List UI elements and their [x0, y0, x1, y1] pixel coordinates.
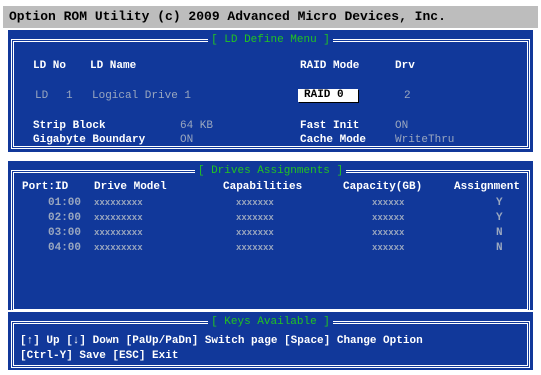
gigabyte-boundary-value[interactable]: ON [180, 134, 193, 147]
col-capacity: Capacity(GB) [343, 181, 423, 193]
drive-assignment[interactable]: N [496, 227, 503, 240]
ld-define-header: [ LD Define Menu ] [14, 33, 527, 47]
keys-header: [ Keys Available ] [14, 315, 527, 329]
drive-capacity: xxxxxx [372, 213, 405, 223]
gigabyte-boundary-label: Gigabyte Boundary [33, 134, 146, 146]
drive-capacity: xxxxxx [372, 243, 405, 253]
drive-capabilities: xxxxxxx [236, 213, 274, 223]
col-raid-mode: RAID Mode [300, 60, 360, 72]
bios-screen: Option ROM Utility (c) 2009 Advanced Mic… [0, 0, 541, 375]
ld-name-value: Logical Drive 1 [92, 90, 192, 102]
utility-title-bar: Option ROM Utility (c) 2009 Advanced Mic… [3, 6, 538, 28]
strip-block-label: Strip Block [33, 120, 106, 132]
drive-assignment[interactable]: N [496, 242, 503, 255]
drive-port: 02:00 [48, 212, 82, 224]
col-drive-model: Drive Model [94, 181, 167, 193]
strip-block-value[interactable]: 64 KB [180, 120, 213, 133]
keys-header-label: [ Keys Available ] [208, 316, 333, 328]
fast-init-value[interactable]: ON [395, 120, 408, 133]
drive-model: xxxxxxxxx [94, 213, 143, 223]
drive-assignment[interactable]: Y [496, 197, 503, 210]
cache-mode-label: Cache Mode [300, 134, 367, 146]
drives-panel: [ Drives Assignments ] Port:ID Drive Mod… [8, 161, 533, 312]
drive-model: xxxxxxxxx [94, 228, 143, 238]
drive-port: 01:00 [48, 197, 82, 209]
drive-model: xxxxxxxxx [94, 198, 143, 208]
col-ld-no: LD No [33, 60, 67, 72]
raid-mode-selector[interactable]: RAID 0 [298, 89, 358, 102]
drive-port: 03:00 [48, 227, 82, 239]
col-drv: Drv [395, 60, 415, 72]
drives-header: [ Drives Assignments ] [14, 164, 527, 178]
col-ld-name: LD Name [90, 60, 137, 72]
keys-help-line-1: [↑] Up [↓] Down [PaUp/PaDn] Switch page … [20, 335, 423, 347]
col-capabilities: Capabilities [223, 181, 303, 193]
ld-define-panel: [ LD Define Menu ] LD No LD Name RAID Mo… [8, 30, 533, 152]
drives-header-label: [ Drives Assignments ] [194, 165, 347, 177]
col-port-id: Port:ID [22, 181, 69, 193]
drive-capacity: xxxxxx [372, 198, 405, 208]
drive-model: xxxxxxxxx [94, 243, 143, 253]
keys-panel: [ Keys Available ] [↑] Up [↓] Down [PaUp… [8, 312, 533, 370]
drv-count: 2 [404, 90, 411, 102]
drive-capacity: xxxxxx [372, 228, 405, 238]
col-assignment: Assignment [454, 181, 521, 193]
drive-assignment[interactable]: Y [496, 212, 503, 225]
cache-mode-value[interactable]: WriteThru [395, 134, 454, 147]
fast-init-label: Fast Init [300, 120, 360, 132]
keys-help-line-2: [Ctrl-Y] Save [ESC] Exit [20, 350, 179, 362]
drive-capabilities: xxxxxxx [236, 243, 274, 253]
drive-capabilities: xxxxxxx [236, 198, 274, 208]
drive-capabilities: xxxxxxx [236, 228, 274, 238]
drive-port: 04:00 [48, 242, 82, 254]
ld-number: 1 [66, 90, 73, 102]
ld-label: LD [35, 90, 49, 102]
ld-define-header-label: [ LD Define Menu ] [208, 34, 333, 46]
